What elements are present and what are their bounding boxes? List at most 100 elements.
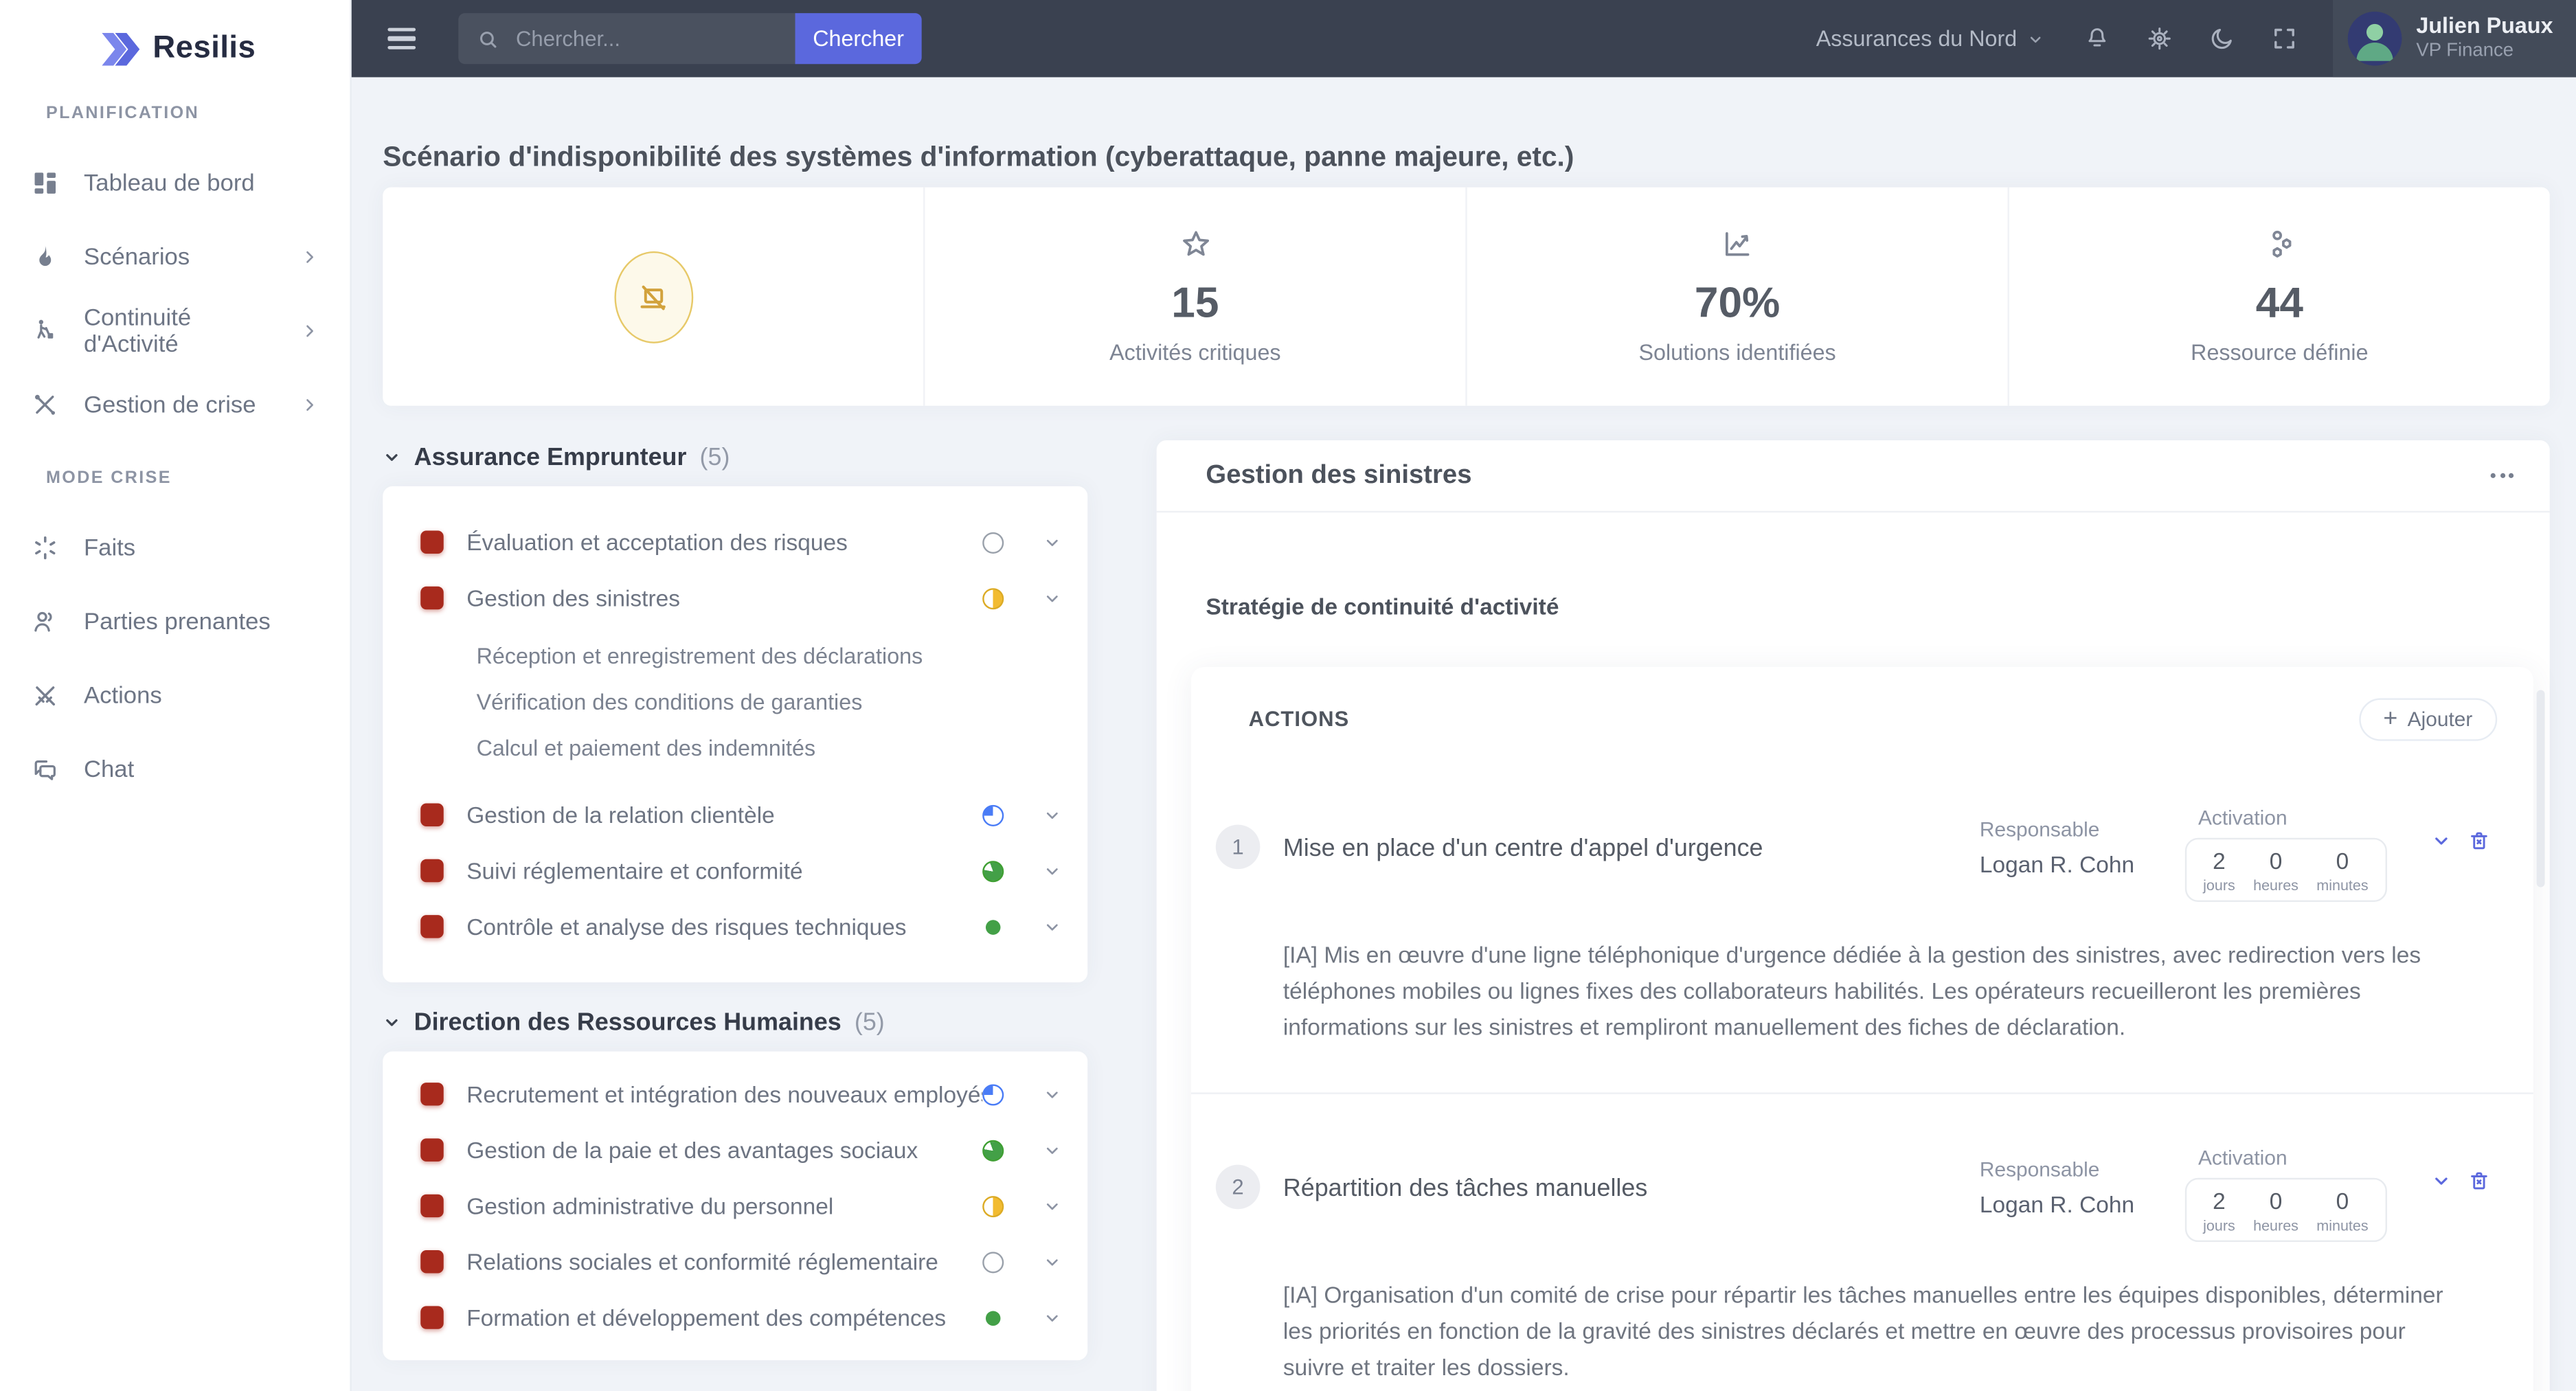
sidebar-item-faits[interactable]: Faits bbox=[0, 511, 350, 585]
responsable-name[interactable]: Logan R. Cohn bbox=[1980, 1191, 2185, 1217]
minutes-unit: minutes bbox=[2316, 877, 2369, 894]
activation-label: Activation bbox=[2197, 1146, 2287, 1170]
stat-activites-critiques: 15 Activités critiques bbox=[925, 187, 1467, 406]
minutes-value[interactable]: 0 bbox=[2336, 848, 2349, 874]
stat-label: Activités critiques bbox=[1109, 340, 1281, 365]
add-action-button[interactable]: + Ajouter bbox=[2358, 697, 2498, 740]
activity-row[interactable]: Suivi réglementaire et conformité bbox=[383, 843, 1087, 898]
chevron-down-icon[interactable] bbox=[1043, 918, 1061, 936]
chevron-down-icon bbox=[383, 1013, 400, 1030]
activity-label: Suivi réglementaire et conformité bbox=[466, 857, 803, 884]
chevron-down-icon[interactable] bbox=[1043, 1253, 1061, 1271]
organization-dropdown[interactable]: Assurances du Nord bbox=[1816, 26, 2044, 51]
activity-row[interactable]: Gestion administrative du personnel bbox=[383, 1178, 1087, 1234]
sidebar-item-continuite[interactable]: Continuité d'Activité bbox=[0, 294, 350, 368]
activity-row[interactable]: Évaluation et acceptation des risques bbox=[383, 514, 1087, 570]
search-button[interactable]: Chercher bbox=[795, 13, 922, 65]
action-responsable: Responsable Logan R. Cohn bbox=[1980, 1158, 2185, 1217]
responsable-label: Responsable bbox=[1979, 818, 2100, 841]
group-count: (5) bbox=[854, 1008, 885, 1036]
sidebar-item-label: Scénarios bbox=[83, 244, 190, 271]
activity-row[interactable]: Formation et développement des compétenc… bbox=[383, 1289, 1087, 1345]
top-bar: Chercher Assurances du Nord bbox=[350, 0, 2576, 78]
moon-icon[interactable] bbox=[2208, 25, 2236, 53]
search-icon bbox=[480, 30, 497, 47]
group-header-assurance-emprunteur[interactable]: Assurance Emprunteur (5) bbox=[383, 440, 1087, 473]
sub-activity[interactable]: Calcul et paiement des indemnités bbox=[383, 725, 1087, 771]
sidebar-item-parties-prenantes[interactable]: Parties prenantes bbox=[0, 585, 350, 659]
collapse-action-icon[interactable] bbox=[2432, 831, 2452, 851]
user-menu[interactable]: Julien Puaux VP Finance bbox=[2332, 0, 2576, 78]
days-value[interactable]: 2 bbox=[2213, 848, 2226, 874]
chevron-down-icon[interactable] bbox=[1043, 1197, 1061, 1214]
action-item-2: 2 Répartition des tâches manuelles Respo… bbox=[1190, 1092, 2533, 1390]
action-description: [IA] Mis en œuvre d'une ligne téléphoniq… bbox=[1283, 941, 2421, 1040]
status-pie-icon bbox=[982, 860, 1004, 882]
activity-row-selected[interactable]: Gestion des sinistres bbox=[383, 570, 1087, 626]
chevron-down-icon[interactable] bbox=[1043, 589, 1061, 607]
days-value[interactable]: 2 bbox=[2213, 1188, 2226, 1214]
status-pie-icon bbox=[982, 587, 1004, 609]
hours-value[interactable]: 0 bbox=[2270, 848, 2283, 874]
duration-input-group[interactable]: 2 jours 0 heures 0 minutes bbox=[2184, 837, 2386, 902]
scrollbar-thumb[interactable] bbox=[2536, 690, 2545, 887]
sidebar-item-chat[interactable]: Chat bbox=[0, 733, 350, 807]
more-options-icon[interactable] bbox=[2490, 466, 2514, 484]
detail-panel: Gestion des sinistres Stratégie de conti… bbox=[1156, 440, 2550, 1391]
hours-unit: heures bbox=[2253, 877, 2298, 894]
chevron-down-icon bbox=[2030, 36, 2040, 42]
status-pie-icon bbox=[982, 1251, 1004, 1273]
add-action-label: Ajouter bbox=[2407, 707, 2473, 731]
sub-activity[interactable]: Vérification des conditions de garanties bbox=[383, 679, 1087, 725]
chevron-down-icon bbox=[383, 448, 400, 466]
chevron-down-icon[interactable] bbox=[1043, 1309, 1061, 1326]
continuity-icon bbox=[31, 317, 59, 346]
gear-icon[interactable] bbox=[2145, 25, 2173, 53]
activity-label: Évaluation et acceptation des risques bbox=[466, 529, 848, 556]
group-header-drh[interactable]: Direction des Ressources Humaines (5) bbox=[383, 1006, 1087, 1039]
activity-row[interactable]: Gestion de la paie et des avantages soci… bbox=[383, 1122, 1087, 1177]
hours-value[interactable]: 0 bbox=[2270, 1188, 2283, 1214]
action-title: Répartition des tâches manuelles bbox=[1283, 1174, 1648, 1203]
activity-row[interactable]: Gestion de la relation clientèle bbox=[383, 787, 1087, 843]
minutes-value[interactable]: 0 bbox=[2336, 1188, 2349, 1214]
activity-label: Gestion administrative du personnel bbox=[466, 1192, 834, 1219]
duration-input-group[interactable]: 2 jours 0 heures 0 minutes bbox=[2184, 1177, 2386, 1242]
hamburger-menu-icon[interactable] bbox=[387, 27, 416, 50]
collapse-action-icon[interactable] bbox=[2432, 1171, 2452, 1191]
activity-row[interactable]: Relations sociales et conformité régleme… bbox=[383, 1234, 1087, 1289]
stat-value: 44 bbox=[2255, 278, 2303, 327]
sidebar-item-actions[interactable]: Actions bbox=[0, 659, 350, 733]
search-bar: Chercher bbox=[458, 13, 922, 65]
chevron-down-icon[interactable] bbox=[1043, 1141, 1061, 1159]
user-name: Julien Puaux bbox=[2416, 12, 2553, 38]
sidebar-item-dashboard[interactable]: Tableau de bord bbox=[0, 146, 350, 220]
chevron-down-icon[interactable] bbox=[1043, 1085, 1061, 1103]
status-pie-icon bbox=[985, 919, 1001, 934]
activity-color-chip bbox=[420, 530, 444, 554]
page-title: Scénario d'indisponibilité des systèmes … bbox=[383, 142, 1574, 174]
chevron-down-icon[interactable] bbox=[1043, 806, 1061, 824]
sub-activity[interactable]: Réception et enregistrement des déclarat… bbox=[383, 633, 1087, 679]
delete-action-icon[interactable] bbox=[2466, 828, 2492, 854]
search-input[interactable] bbox=[512, 24, 782, 53]
sidebar-item-gestion-crise[interactable]: Gestion de crise bbox=[0, 368, 350, 442]
brand-logo[interactable]: Resilis bbox=[0, 0, 350, 77]
delete-action-icon[interactable] bbox=[2466, 1168, 2492, 1194]
status-pie-icon bbox=[985, 1310, 1001, 1325]
bell-icon[interactable] bbox=[2083, 25, 2111, 53]
stat-solutions: 70% Solutions identifiées bbox=[1467, 187, 2009, 406]
sidebar-nav-planification: Tableau de bord Scénarios Continuité d'A… bbox=[0, 146, 350, 442]
chevron-down-icon[interactable] bbox=[1043, 533, 1061, 551]
action-activation: Activation 2 jours 0 heures 0 minutes bbox=[2184, 806, 2432, 902]
chevron-down-icon[interactable] bbox=[1043, 861, 1061, 879]
fullscreen-icon[interactable] bbox=[2270, 25, 2298, 53]
action-row: 2 Répartition des tâches manuelles Respo… bbox=[1215, 1143, 2492, 1242]
activation-label: Activation bbox=[2197, 806, 2287, 830]
responsable-name[interactable]: Logan R. Cohn bbox=[1980, 851, 2185, 877]
activity-row[interactable]: Recrutement et intégration des nouveaux … bbox=[383, 1066, 1087, 1122]
activity-row[interactable]: Contrôle et analyse des risques techniqu… bbox=[383, 898, 1087, 954]
scenario-bubble bbox=[613, 251, 693, 343]
sidebar-item-scenarios[interactable]: Scénarios bbox=[0, 220, 350, 294]
avatar bbox=[2347, 11, 2402, 66]
